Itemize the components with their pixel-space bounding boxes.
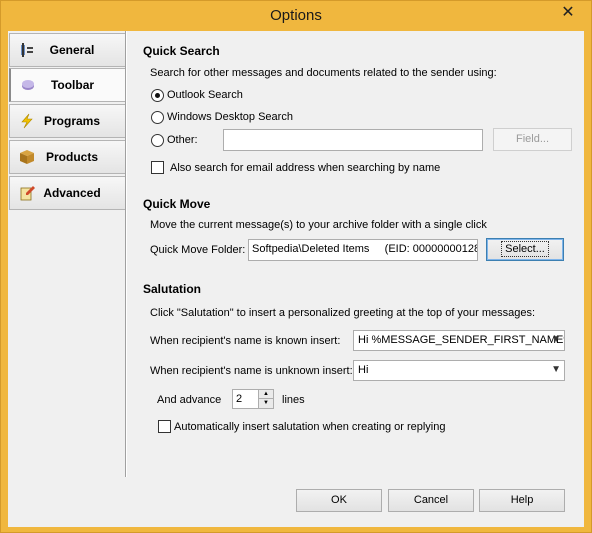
dialog-client: General Toolbar Programs Products Advanc… [8,31,584,527]
known-name-value: Hi %MESSAGE_SENDER_FIRST_NAME% [358,334,565,346]
sidebar-item-label: Products [45,150,98,164]
quick-move-folder-field[interactable]: Softpedia\Deleted Items (EID: 0000000012… [248,239,478,261]
options-window: Options ✕ General Toolbar Programs Produ… [0,0,592,533]
sidebar-item-programs[interactable]: Programs [9,104,126,138]
select-folder-button[interactable]: Select... [486,238,564,261]
field-button-label: Field... [515,133,549,145]
general-icon [18,41,36,59]
other-search-input[interactable] [223,129,483,151]
windows-desktop-search-radio[interactable] [151,111,164,124]
toolbar-icon [19,76,37,94]
sidebar-item-label: Advanced [43,186,101,200]
auto-salutation-checkbox[interactable] [158,420,171,433]
unknown-name-select[interactable]: Hi ▼ [353,360,565,381]
ok-button[interactable]: OK [296,489,382,512]
quick-move-title: Quick Move [143,197,211,211]
advance-lines-value: 2 [236,393,243,405]
quick-move-description: Move the current message(s) to your arch… [150,219,487,231]
sidebar-item-label: Toolbar [50,78,95,92]
help-button[interactable]: Help [479,489,565,512]
sidebar-item-general[interactable]: General [9,33,126,67]
lines-label: lines [282,394,305,406]
quick-move-folder-label: Quick Move Folder: [150,244,246,256]
spin-down-icon[interactable]: ▼ [258,399,273,408]
quick-search-description: Search for other messages and documents … [150,67,497,79]
help-button-label: Help [510,494,534,506]
unknown-name-value: Hi [358,364,369,376]
select-button-label: Select... [501,241,549,257]
salutation-description: Click "Salutation" to insert a personali… [150,307,536,319]
field-button[interactable]: Field... [493,128,572,151]
title-bar: Options ✕ [1,1,591,31]
chevron-down-icon: ▼ [551,364,561,375]
email-search-checkbox[interactable] [151,161,164,174]
sidebar-divider [125,31,127,477]
advance-label: And advance [157,394,222,406]
options-panel: Quick Search Search for other messages a… [136,31,584,477]
ok-button-label: OK [331,494,347,506]
other-search-radio[interactable] [151,134,164,147]
sidebar-item-products[interactable]: Products [9,140,126,174]
lightning-icon [18,112,36,130]
window-title: Options [270,7,322,24]
sidebar-item-toolbar[interactable]: Toolbar [9,68,126,102]
known-name-select[interactable]: Hi %MESSAGE_SENDER_FIRST_NAME% ▼ [353,330,565,351]
sidebar-item-label: Programs [43,114,101,128]
quick-search-title: Quick Search [143,44,220,58]
chevron-down-icon: ▼ [551,334,561,345]
known-name-label: When recipient's name is known insert: [150,335,341,347]
sidebar-item-advanced[interactable]: Advanced [9,176,126,210]
outlook-search-radio[interactable] [151,89,164,102]
cancel-button[interactable]: Cancel [388,489,474,512]
salutation-title: Salutation [143,282,202,296]
other-search-label[interactable]: Other: [167,134,198,146]
sidebar: General Toolbar Programs Products Advanc… [8,31,126,527]
close-icon[interactable]: ✕ [551,3,585,23]
sidebar-item-label: General [49,43,95,57]
box-icon [18,148,36,166]
advance-lines-stepper[interactable]: 2 ▲ ▼ [232,389,274,409]
cancel-button-label: Cancel [413,494,449,506]
auto-salutation-label[interactable]: Automatically insert salutation when cre… [174,421,445,433]
windows-desktop-search-label[interactable]: Windows Desktop Search [167,111,293,123]
spin-up-icon[interactable]: ▲ [258,390,273,399]
unknown-name-label: When recipient's name is unknown insert: [150,365,353,377]
pencil-icon [18,184,36,202]
email-search-label[interactable]: Also search for email address when searc… [170,162,440,174]
outlook-search-label[interactable]: Outlook Search [167,89,243,101]
